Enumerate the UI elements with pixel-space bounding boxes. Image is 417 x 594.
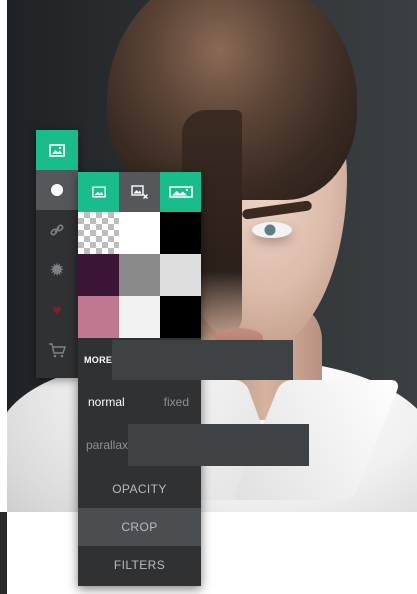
sidebar-link-button[interactable] xyxy=(36,210,78,250)
sidebar-like-button[interactable]: ♥ xyxy=(36,290,78,330)
color-swatch[interactable] xyxy=(119,254,160,296)
color-swatch[interactable] xyxy=(160,296,201,338)
color-swatch[interactable] xyxy=(119,296,160,338)
tool-sidebar: ✹ ♥ xyxy=(36,130,78,378)
heart-icon: ♥ xyxy=(52,301,62,319)
link-icon xyxy=(50,224,64,236)
color-swatch[interactable] xyxy=(160,212,201,254)
tab-image[interactable] xyxy=(78,172,119,212)
tab-remove-image[interactable] xyxy=(119,172,160,212)
attachment-normal-option[interactable]: normal xyxy=(88,395,125,409)
parallax-label: parallax xyxy=(86,438,129,452)
circle-icon xyxy=(51,184,63,196)
sidebar-cart-button[interactable] xyxy=(36,330,78,370)
parallax-input[interactable] xyxy=(128,424,310,466)
image-icon xyxy=(91,186,106,198)
panel-tabs xyxy=(78,172,201,212)
gear-icon: ✹ xyxy=(49,259,65,280)
sidebar-image-button[interactable] xyxy=(36,130,78,170)
more-label: MORE xyxy=(78,340,113,380)
attachment-options: normal fixed xyxy=(78,380,201,424)
cart-icon xyxy=(49,342,66,357)
filters-button[interactable]: FILTERS xyxy=(78,546,201,584)
attachment-fixed-option[interactable]: fixed xyxy=(164,395,189,409)
crop-button[interactable]: CROP xyxy=(78,508,201,546)
more-color-input[interactable] xyxy=(112,340,294,380)
more-row: MORE xyxy=(78,340,294,380)
wide-image-icon xyxy=(168,186,193,198)
color-swatch-grid xyxy=(78,212,201,338)
color-swatch[interactable] xyxy=(119,212,160,254)
remove-image-icon xyxy=(130,185,148,199)
sidebar-settings-button[interactable]: ✹ xyxy=(36,250,78,290)
sidebar-shape-button[interactable] xyxy=(36,170,78,210)
tab-wide-image[interactable] xyxy=(160,172,201,212)
image-icon xyxy=(49,143,65,157)
parallax-row: parallax xyxy=(78,424,310,466)
photo-eye xyxy=(252,222,292,238)
swatch-transparent[interactable] xyxy=(78,212,119,254)
opacity-button[interactable]: OPACITY xyxy=(78,470,201,508)
color-swatch[interactable] xyxy=(78,296,119,338)
page-edge-block xyxy=(0,512,7,594)
color-swatch[interactable] xyxy=(160,254,201,296)
background-panel: MORE normal fixed parallax OPACITY CROP … xyxy=(78,172,310,586)
color-swatch[interactable] xyxy=(78,254,119,296)
